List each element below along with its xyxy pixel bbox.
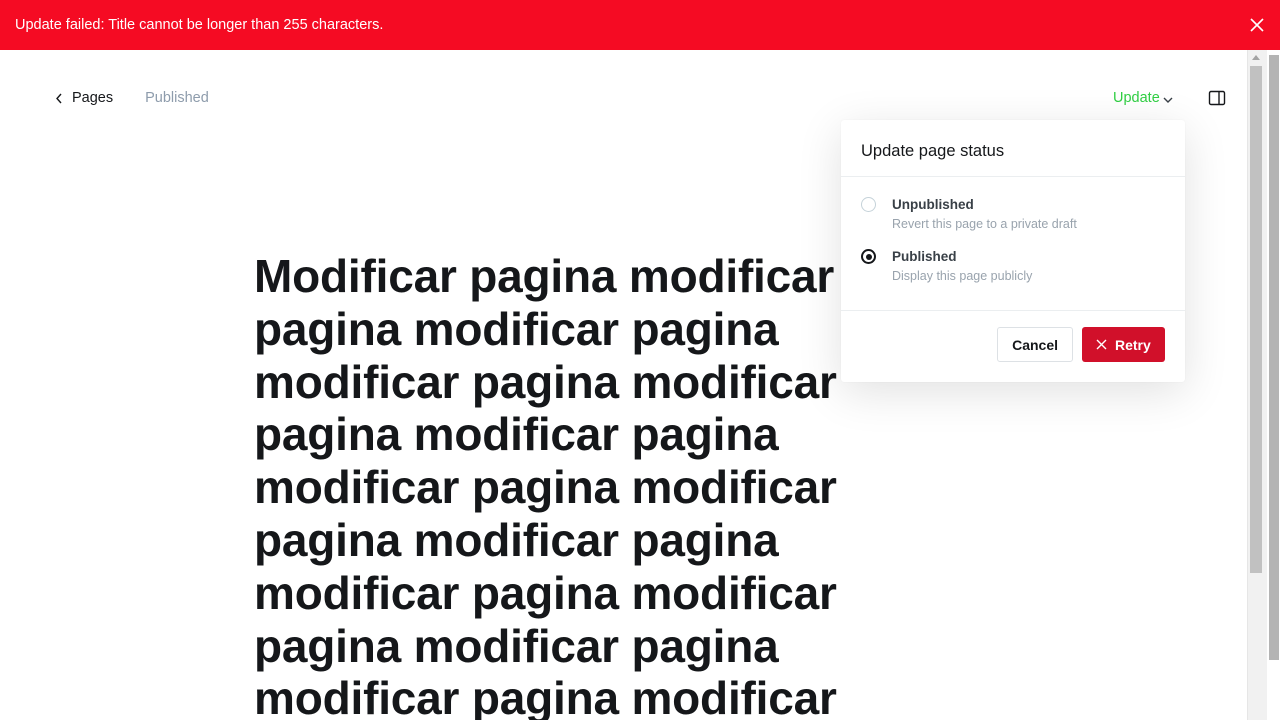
option-label: Unpublished (892, 197, 974, 212)
editor-scroll-thumb[interactable] (1250, 66, 1262, 573)
retry-label: Retry (1115, 336, 1151, 353)
option-unpublished[interactable]: Unpublished Revert this page to a privat… (861, 197, 1165, 231)
popup-title: Update page status (841, 120, 1185, 177)
sidebar-toggle-icon[interactable] (1208, 89, 1226, 107)
option-description: Revert this page to a private draft (892, 217, 1077, 231)
option-published[interactable]: Published Display this page publicly (861, 249, 1165, 283)
close-icon[interactable] (1248, 16, 1266, 34)
back-label: Pages (72, 90, 114, 106)
retry-button[interactable]: Retry (1082, 327, 1165, 362)
scrollbar-area (1247, 50, 1280, 720)
alert-message: Update failed: Title cannot be longer th… (15, 17, 384, 33)
option-text: Published Display this page publicly (892, 249, 1032, 283)
radio-published[interactable] (861, 249, 876, 264)
cancel-button[interactable]: Cancel (997, 327, 1073, 362)
chevron-down-icon (1163, 97, 1173, 103)
option-description: Display this page publicly (892, 269, 1033, 283)
window-scroll-thumb[interactable] (1269, 55, 1279, 660)
option-label: Published (892, 249, 957, 264)
page-status-text: Published (145, 90, 209, 106)
cancel-label: Cancel (1012, 336, 1058, 353)
update-dropdown-button[interactable]: Update (1113, 90, 1173, 106)
update-label: Update (1113, 90, 1160, 106)
chevron-left-icon (56, 93, 62, 103)
editor-scrollbar[interactable] (1248, 50, 1267, 720)
update-status-popup: Update page status Unpublished Revert th… (841, 120, 1185, 382)
page-title-editor[interactable]: Modificar pagina modificar pagina modifi… (254, 250, 854, 720)
editor-breadcrumb: Pages Published (55, 90, 209, 106)
error-alert-banner: Update failed: Title cannot be longer th… (0, 0, 1280, 50)
status-options: Unpublished Revert this page to a privat… (841, 177, 1185, 311)
scroll-up-arrow[interactable] (1252, 55, 1260, 60)
option-text: Unpublished Revert this page to a privat… (892, 197, 1077, 231)
close-icon (1096, 339, 1107, 350)
popup-actions: Cancel Retry (997, 327, 1165, 362)
window-scrollbar[interactable] (1267, 50, 1280, 720)
radio-unpublished[interactable] (861, 197, 876, 212)
back-to-pages-link[interactable]: Pages (55, 90, 113, 106)
